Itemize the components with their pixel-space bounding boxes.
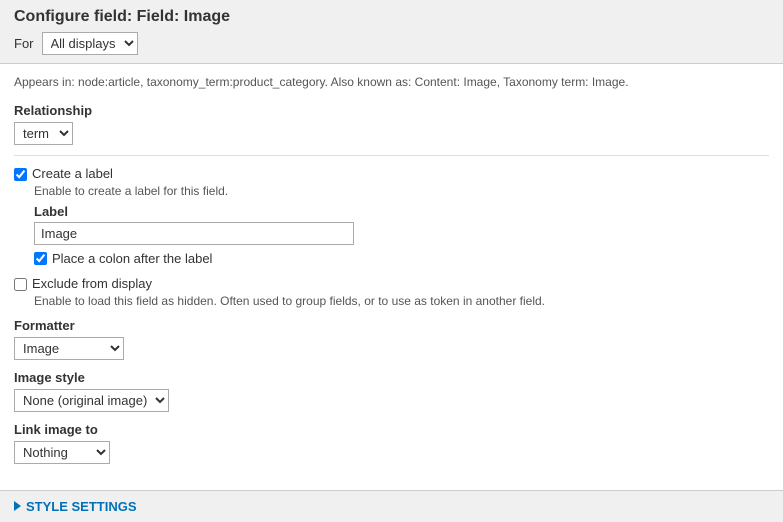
formatter-section: Formatter Image URL to image Hidden: [14, 318, 769, 360]
colon-row: Place a colon after the label: [34, 251, 769, 266]
displays-select[interactable]: All displays Default Teaser: [42, 32, 138, 55]
create-label-description: Enable to create a label for this field.: [34, 184, 769, 198]
exclude-checkbox-label[interactable]: Exclude from display: [32, 276, 152, 291]
colon-checkbox[interactable]: [34, 252, 47, 265]
relationship-select[interactable]: term node user: [14, 122, 73, 145]
appears-in-text: Appears in: node:article, taxonomy_term:…: [14, 74, 769, 91]
exclude-description: Enable to load this field as hidden. Oft…: [34, 294, 769, 308]
relationship-label: Relationship: [14, 103, 769, 118]
triangle-icon: [14, 501, 21, 511]
for-label: For: [14, 36, 34, 51]
for-row: For All displays Default Teaser: [14, 32, 769, 55]
formatter-select[interactable]: Image URL to image Hidden: [14, 337, 124, 360]
header-bar: Configure field: Field: Image For All di…: [0, 0, 783, 64]
image-style-select[interactable]: None (original image) Thumbnail Medium L…: [14, 389, 169, 412]
divider-1: [14, 155, 769, 156]
create-label-row: Create a label: [14, 166, 769, 181]
content-area: Appears in: node:article, taxonomy_term:…: [0, 64, 783, 474]
link-image-section: Link image to Nothing Image URL Content: [14, 422, 769, 464]
exclude-row: Exclude from display: [14, 276, 769, 291]
exclude-section: Exclude from display Enable to load this…: [14, 276, 769, 308]
page-title: Configure field: Field: Image: [14, 8, 769, 26]
image-style-label: Image style: [14, 370, 769, 385]
create-label-checkbox[interactable]: [14, 168, 27, 181]
label-input[interactable]: [34, 222, 354, 245]
formatter-label: Formatter: [14, 318, 769, 333]
colon-checkbox-label[interactable]: Place a colon after the label: [52, 251, 212, 266]
link-image-label: Link image to: [14, 422, 769, 437]
exclude-checkbox[interactable]: [14, 278, 27, 291]
style-settings-label: STYLE SETTINGS: [26, 499, 137, 514]
label-field-label: Label: [34, 204, 769, 219]
create-label-checkbox-label[interactable]: Create a label: [32, 166, 113, 181]
image-style-section: Image style None (original image) Thumbn…: [14, 370, 769, 412]
label-section: Label Place a colon after the label: [34, 204, 769, 266]
style-settings-bar[interactable]: STYLE SETTINGS: [0, 490, 783, 522]
link-image-select[interactable]: Nothing Image URL Content: [14, 441, 110, 464]
